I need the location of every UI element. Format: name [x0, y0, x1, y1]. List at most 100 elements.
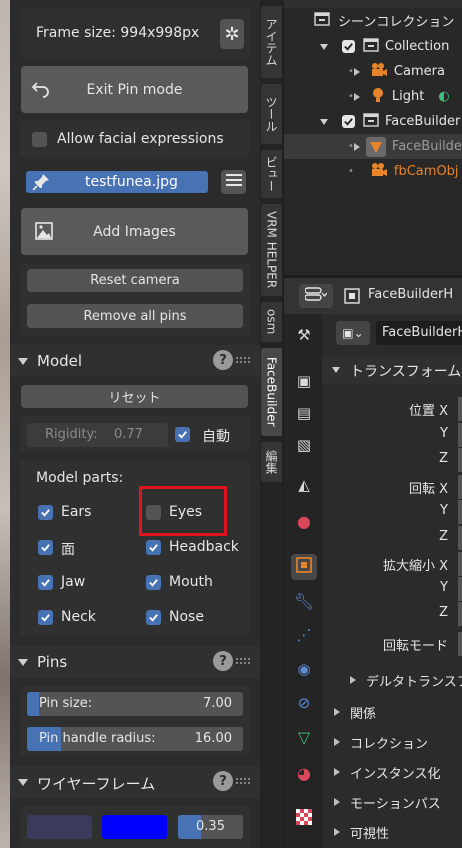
model-part-checkbox[interactable] — [146, 610, 161, 625]
add-images-button[interactable]: Add Images — [21, 208, 248, 255]
visibility-panel[interactable]: 可視性 — [322, 820, 462, 844]
scene-tab[interactable]: ◭ — [291, 472, 317, 498]
instancing-panel[interactable]: インスタンス化 — [322, 760, 462, 784]
help-icon[interactable]: ? — [213, 350, 233, 370]
settings-button[interactable]: ✲ — [220, 19, 244, 49]
wireframe-opacity-slider[interactable]: 0.35 — [178, 815, 243, 839]
world-tab[interactable]: ● — [291, 508, 317, 534]
outliner-facebuilder-head[interactable]: • FaceBuilde — [284, 134, 462, 159]
tools-icon: ⚒ — [297, 326, 311, 344]
scene-shapes-icon: ◭ — [298, 476, 310, 494]
help-icon[interactable]: ? — [213, 771, 233, 791]
outliner-light[interactable]: • Light ◐ — [284, 84, 462, 109]
exit-pin-mode-button[interactable]: Exit Pin mode — [21, 66, 248, 113]
modifiers-tab[interactable]: 🔧︎ — [291, 588, 317, 614]
drag-handle-icon[interactable] — [235, 356, 251, 364]
model-parts-title: Model parts: — [36, 470, 124, 486]
motion-paths-panel[interactable]: モーションパス — [322, 790, 462, 814]
texture-tab[interactable] — [291, 806, 317, 832]
wireframe-color-swatch[interactable] — [27, 815, 92, 839]
viewport-image-edge — [0, 0, 10, 848]
expand-triangle-icon — [320, 118, 328, 125]
undo-arrow-icon — [31, 78, 51, 102]
location-z-field[interactable] — [458, 448, 462, 472]
check-icon — [41, 509, 50, 517]
rotation-mode-label: 回転モード — [382, 639, 448, 654]
scene-collection-label: シーンコレクション — [338, 15, 455, 30]
model-reset-button[interactable]: リセット — [21, 385, 248, 408]
output-tab[interactable]: ▤ — [291, 400, 317, 426]
material-tab[interactable]: ◕ — [291, 760, 317, 786]
tab-tool[interactable]: ツール — [261, 84, 282, 144]
scale-z-field[interactable] — [458, 602, 462, 626]
outliner-top-bar — [284, 0, 462, 8]
relations-panel[interactable]: 関係 — [322, 700, 462, 724]
collection-label: Collection — [385, 39, 450, 54]
collection-visibility-checkbox[interactable] — [342, 40, 355, 53]
collections-panel[interactable]: コレクション — [322, 730, 462, 754]
physics-tab[interactable]: ◉ — [291, 656, 317, 682]
pin-size-slider-fill — [27, 692, 39, 716]
allow-facial-expressions-label: Allow facial expressions — [57, 131, 224, 147]
constraints-tab[interactable]: ⊘ — [291, 690, 317, 716]
tab-item[interactable]: アイテム — [261, 6, 282, 78]
outliner-fbcamobj[interactable]: • fbCamObj — [284, 159, 462, 184]
collapsed-arrow-icon — [334, 798, 340, 806]
delta-transform-subpanel[interactable]: デルタトランスフ — [322, 668, 462, 692]
image-menu-button[interactable] — [221, 170, 246, 194]
rotation-y-field[interactable] — [458, 500, 462, 524]
model-part-checkbox[interactable] — [146, 540, 161, 555]
motion-paths-label: モーションパス — [350, 796, 441, 812]
outliner-camera[interactable]: • Camera — [284, 59, 462, 84]
drag-handle-icon[interactable] — [235, 657, 251, 665]
rotation-x-field[interactable] — [458, 475, 462, 499]
allow-facial-expressions-checkbox[interactable] — [32, 132, 47, 147]
outliner-collection[interactable]: Collection — [284, 34, 462, 59]
collection-box-icon — [314, 11, 330, 31]
outliner-scene-collection[interactable]: シーンコレクション — [284, 8, 462, 33]
tool-settings-tab[interactable]: ⚒ — [291, 322, 317, 348]
view-layer-tab[interactable]: ▧ — [291, 432, 317, 458]
location-x-field[interactable] — [458, 397, 462, 421]
tab-edit[interactable]: 編集 — [261, 442, 282, 482]
model-part-checkbox[interactable] — [146, 575, 161, 590]
model-part-checkbox[interactable] — [38, 540, 53, 555]
instancing-label: インスタンス化 — [350, 766, 441, 782]
reset-camera-button[interactable]: Reset camera — [27, 269, 243, 292]
properties-tabs: ⚒ ▣ ▤ ▧ ◭ ● 🔧︎ ⋰ ◉ ⊘ ▽ ◕ — [284, 314, 322, 848]
rotation-x-label: 回転 X — [408, 482, 448, 497]
wireframe-select-color-swatch[interactable] — [102, 815, 167, 839]
check-icon — [41, 544, 50, 552]
scale-y-field[interactable] — [458, 577, 462, 601]
rotation-mode-dropdown[interactable] — [458, 632, 462, 656]
object-type-dropdown[interactable]: ▣⌄ — [336, 321, 370, 345]
model-part-label: Headback — [169, 539, 239, 555]
camera-icon — [370, 62, 388, 82]
help-icon[interactable]: ? — [213, 651, 233, 671]
data-tab[interactable]: ▽ — [291, 724, 317, 750]
model-part-checkbox[interactable] — [38, 505, 53, 520]
auto-rigidity-checkbox[interactable] — [175, 427, 190, 442]
facebuilder-head-label: FaceBuilde — [391, 139, 462, 154]
drag-handle-icon[interactable] — [235, 777, 251, 785]
tab-osm[interactable]: osm — [261, 302, 282, 342]
location-y-field[interactable] — [458, 423, 462, 447]
particles-tab[interactable]: ⋰ — [291, 622, 317, 648]
model-part-label: Jaw — [61, 574, 86, 590]
facebuilder-visibility-checkbox[interactable] — [342, 115, 355, 128]
transform-title: トランスフォーム — [350, 364, 462, 380]
tab-view[interactable]: ビュー — [261, 150, 282, 198]
tab-vrm-helper-label: VRM HELPER — [264, 211, 279, 289]
outliner-facebuilder-collection[interactable]: FaceBuilder — [284, 109, 462, 134]
tab-facebuilder[interactable]: FaceBuilder — [261, 348, 282, 436]
scale-x-field[interactable] — [458, 552, 462, 576]
object-tab[interactable] — [291, 554, 317, 580]
editor-type-button[interactable] — [299, 284, 333, 308]
model-part-checkbox[interactable] — [38, 575, 53, 590]
tab-edit-label: 編集 — [264, 450, 278, 474]
tab-vrm-helper[interactable]: VRM HELPER — [261, 204, 282, 296]
remove-all-pins-button[interactable]: Remove all pins — [27, 304, 243, 328]
model-part-checkbox[interactable] — [38, 610, 53, 625]
rotation-z-field[interactable] — [458, 526, 462, 550]
render-tab[interactable]: ▣ — [291, 368, 317, 394]
